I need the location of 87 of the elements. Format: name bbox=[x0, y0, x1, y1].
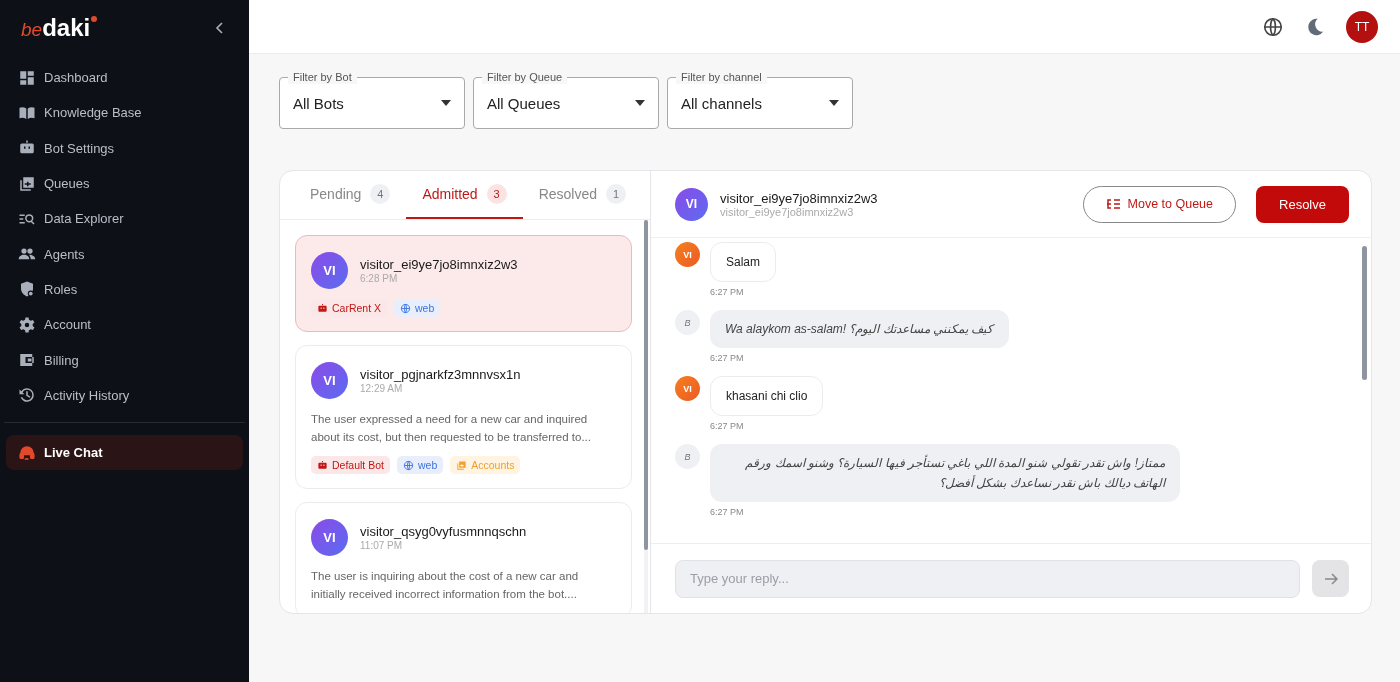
conversation-time: 12:29 AM bbox=[360, 383, 404, 394]
resolve-button[interactable]: Resolve bbox=[1256, 185, 1349, 223]
sidebar-item[interactable]: Dashboard bbox=[6, 60, 243, 96]
conversation-summary: The user expressed a need for a new car and inquired about its cost, but then requested to be transferred to... bbox=[311, 412, 592, 445]
visitor-avatar: VI bbox=[311, 519, 348, 556]
message-time: 6:27 PM bbox=[710, 507, 745, 517]
headset-icon bbox=[18, 443, 36, 462]
bot-avatar: B bbox=[675, 444, 700, 469]
robot-icon bbox=[317, 459, 328, 471]
history-icon bbox=[18, 386, 36, 405]
globe-icon bbox=[402, 459, 414, 471]
visitor-avatar: VI bbox=[311, 252, 348, 289]
queue-list-icon bbox=[1105, 198, 1120, 210]
robot-icon bbox=[317, 302, 328, 314]
filter-dropdown[interactable]: Filter by Queue All Queues bbox=[473, 69, 659, 129]
sidebar-item[interactable]: Live Chat bbox=[6, 434, 243, 471]
scrollbar-thumb[interactable] bbox=[644, 220, 648, 550]
dropdown-caret-icon bbox=[829, 100, 839, 106]
logo-name: daki bbox=[42, 14, 91, 42]
filter-label: Filter by Queue bbox=[482, 70, 568, 84]
conversation-card[interactable]: VI visitor_qsyg0vyfusmnnqschn 11:07 PM The user is inquiring about the cost of a new car and initially received incorrect information from the bot.... bbox=[295, 502, 632, 613]
visitor-name: visitor_qsyg0vyfusmnnqschn bbox=[360, 524, 527, 539]
message-bubble: Salam bbox=[710, 242, 776, 282]
visitor-id: visitor_ei9ye7jo8imnxiz2w3 bbox=[720, 205, 854, 218]
filter-label: Filter by channel bbox=[676, 70, 767, 84]
sidebar-item[interactable]: Activity History bbox=[6, 377, 243, 413]
bot-avatar: B bbox=[675, 310, 700, 335]
filter-value: All Bots bbox=[293, 94, 344, 112]
bot-tag: Default Bot bbox=[311, 456, 390, 474]
status-tab[interactable]: Resolved 1 bbox=[522, 171, 642, 219]
message-bubble: Wa alaykom as-salam! كيف يمكنني مساعدتك اليوم؟ bbox=[710, 310, 1009, 348]
visitor-name: visitor_pgjnarkfz3mnnvsx1n bbox=[360, 367, 521, 382]
sidebar-item[interactable]: Bot Settings bbox=[6, 130, 243, 166]
conversation-summary: The user is inquiring about the cost of a new car and initially received incorrect information from the bot.... bbox=[311, 569, 580, 602]
filter-label: Filter by Bot bbox=[288, 70, 357, 84]
scrollbar-thumb[interactable] bbox=[1362, 246, 1367, 380]
sidebar-item[interactable]: Roles bbox=[6, 271, 243, 308]
visitor-avatar: VI bbox=[675, 242, 700, 267]
logo-prefix: be bbox=[21, 19, 43, 41]
channel-tag: web bbox=[394, 299, 441, 317]
sidebar-item[interactable]: Agents bbox=[6, 236, 243, 272]
gear-icon bbox=[18, 315, 36, 334]
dropdown-caret-icon bbox=[635, 100, 645, 106]
globe-icon[interactable] bbox=[1262, 15, 1284, 38]
filter-dropdown[interactable]: Filter by Bot All Bots bbox=[279, 69, 465, 129]
filter-dropdown[interactable]: Filter by channel All channels bbox=[667, 69, 853, 129]
visitor-name: visitor_ei9ye7jo8imnxiz2w3 bbox=[360, 257, 518, 272]
add-layers-icon bbox=[456, 459, 468, 471]
send-button[interactable] bbox=[1312, 560, 1349, 597]
message-bubble: ممتاز! واش تقدر تقولي شنو المدة اللي باغي تستأجر فيها السيارة؟ وشنو اسمك ورقم الهاتف ديالك باش نقدر نساعدك بشكل أفضل؟ bbox=[710, 444, 1180, 502]
status-tab[interactable]: Pending 4 bbox=[294, 171, 407, 219]
visitor-avatar: VI bbox=[311, 362, 348, 399]
visitor-avatar: VI bbox=[675, 376, 700, 401]
sidebar-item[interactable]: Data Explorer bbox=[6, 201, 243, 237]
dashboard-icon bbox=[18, 68, 36, 87]
dropdown-caret-icon bbox=[441, 100, 451, 106]
visitor-avatar: VI bbox=[675, 187, 708, 221]
sidebar-item[interactable]: Knowledge Base bbox=[6, 95, 243, 131]
reply-field[interactable]: Type your reply... bbox=[675, 559, 1300, 598]
sidebar-item[interactable]: Queues bbox=[6, 165, 243, 202]
queue-tag: Accounts bbox=[450, 456, 521, 474]
count-badge: 1 bbox=[606, 184, 626, 204]
filter-value: All channels bbox=[681, 94, 762, 112]
add-layers-icon bbox=[18, 174, 36, 193]
conversation-time: 11:07 PM bbox=[360, 540, 404, 551]
message-time: 6:27 PM bbox=[710, 421, 745, 431]
globe-icon bbox=[400, 302, 412, 314]
sidebar-item[interactable]: Account bbox=[6, 307, 243, 343]
visitor-name: visitor_ei9ye7jo8imnxiz2w3 bbox=[720, 190, 878, 206]
conversation-time: 6:28 PM bbox=[360, 273, 399, 284]
channel-tag: web bbox=[396, 456, 444, 474]
arrow-icon bbox=[1323, 572, 1338, 585]
count-badge: 3 bbox=[486, 184, 507, 204]
move-to-queue-button[interactable]: Move to Queue bbox=[1082, 185, 1236, 223]
message-time: 6:27 PM bbox=[710, 287, 745, 297]
conversation-card[interactable]: VI visitor_pgjnarkfz3mnnvsx1n 12:29 AM The user expressed a need for a new car and inquired about its cost, but then requested to be transferred to... Default Bot web Accounts bbox=[295, 345, 632, 489]
logo-dot-icon bbox=[91, 16, 98, 22]
user-avatar[interactable]: TT bbox=[1346, 10, 1378, 43]
message-bubble: khasani chi clio bbox=[710, 376, 824, 416]
wallet-icon bbox=[18, 351, 36, 369]
shield-icon bbox=[18, 280, 36, 299]
message-time: 6:27 PM bbox=[710, 353, 745, 363]
filter-value: All Queues bbox=[487, 94, 561, 112]
status-tab[interactable]: Admitted 3 bbox=[406, 171, 523, 219]
conversation-card[interactable]: VI visitor_ei9ye7jo8imnxiz2w3 6:28 PM CarRent X web bbox=[295, 235, 632, 332]
sidebar-item[interactable]: Billing bbox=[6, 342, 243, 378]
count-badge: 4 bbox=[370, 184, 391, 204]
